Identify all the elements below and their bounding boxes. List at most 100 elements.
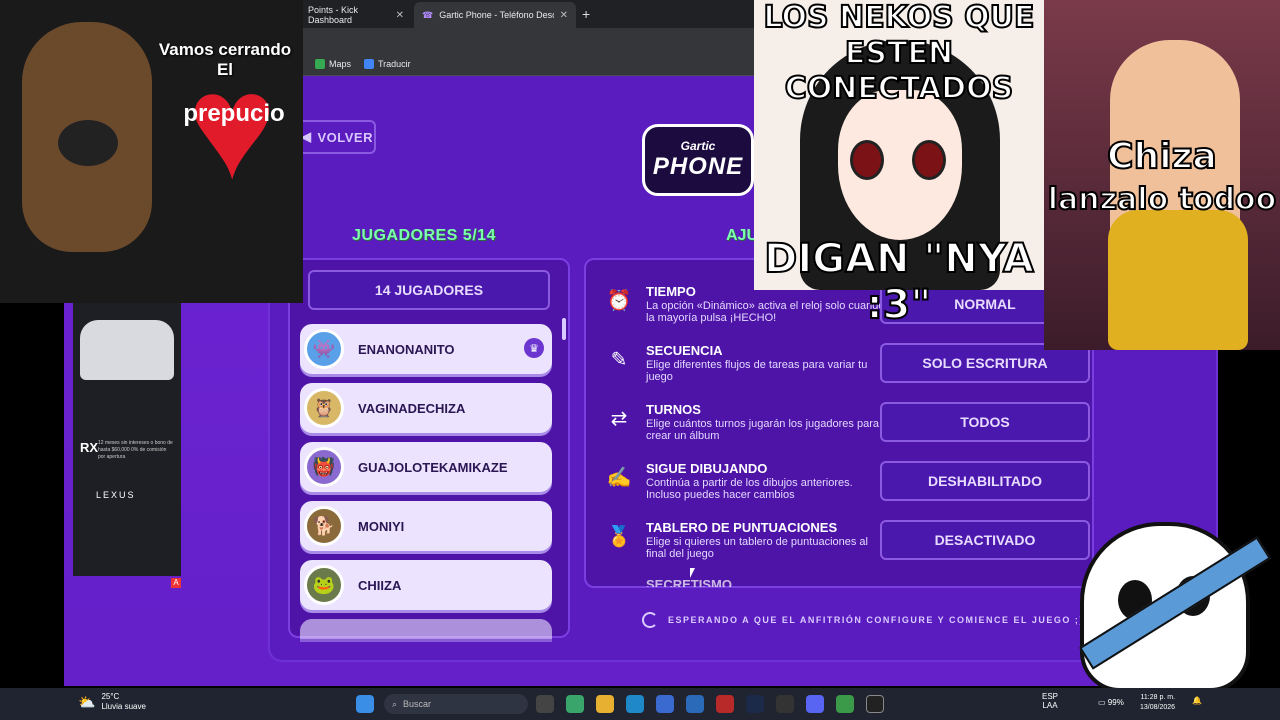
cat-caption-1: Chiza (1106, 135, 1218, 178)
blue-monster-icon: 👾 (304, 329, 344, 369)
app-icon[interactable] (716, 695, 734, 713)
mouse-cursor-icon (690, 568, 695, 578)
taskbar-clock[interactable]: 11:28 p. m. 13/08/2026 (1140, 693, 1175, 713)
outlook-icon[interactable] (686, 695, 704, 713)
catgirl-dress (1108, 210, 1248, 350)
setting-title: TABLERO DE PUNTUACIONES (646, 520, 838, 535)
battery-indicator[interactable]: ▭ 99% (1098, 698, 1124, 707)
creature-icon: 🐸 (304, 565, 344, 605)
obs-icon[interactable] (776, 695, 794, 713)
task-view-icon[interactable] (536, 695, 554, 713)
gartic-favicon-icon: ☎ (422, 9, 434, 20)
new-tab-icon[interactable]: + (582, 6, 590, 22)
gartic-phone-logo: Gartic PHONE (642, 124, 754, 196)
car-image (80, 320, 174, 380)
players-count-button[interactable]: 14 JUGADORES (308, 270, 550, 310)
waiting-status: ESPERANDO A QUE EL ANFITRIÓN CONFIGURE Y… (642, 612, 1084, 628)
setting-tablero-button[interactable]: DESACTIVADO (880, 520, 1090, 560)
tab-label: Gartic Phone - Teléfono Descomp (439, 10, 553, 20)
windows-start-icon[interactable] (356, 695, 374, 713)
ad-brand: LEXUS (96, 490, 136, 500)
medal-icon: 🏅 (606, 526, 632, 548)
draw-icon: ✍ (606, 467, 632, 489)
setting-title: TURNOS (646, 402, 701, 417)
logo-line1: Gartic (680, 139, 716, 153)
setting-desc: Elige cuántos turnos jugarán los jugador… (646, 418, 879, 442)
ad-choices-badge[interactable]: A (171, 578, 181, 588)
back-label: VOLVER (317, 129, 373, 145)
store-icon[interactable] (656, 695, 674, 713)
clock-date: 13/08/2026 (1140, 704, 1176, 711)
bookmark-label: Maps (329, 59, 352, 69)
setting-title: SECRETISMO (646, 577, 732, 587)
chrome-icon[interactable] (836, 695, 854, 713)
capcut-icon[interactable] (866, 695, 884, 713)
logo-line2: PHONE (652, 153, 744, 180)
close-icon[interactable]: ✕ (560, 10, 568, 21)
clock-icon: ⏰ (606, 290, 632, 312)
clock-time: 11:28 p. m. (1140, 694, 1176, 701)
bookmark-traducir[interactable]: Traducir (364, 59, 411, 69)
discord-icon[interactable] (806, 695, 824, 713)
taskbar-search[interactable]: ⌕ Buscar (384, 694, 528, 714)
heart-caption: prepucio (183, 100, 285, 127)
anime-eye (912, 140, 946, 180)
cat-caption-2: lanzalo todoo (1047, 181, 1278, 218)
sequence-icon: ✎ (610, 349, 628, 371)
setting-title: SIGUE DIBUJANDO (646, 461, 768, 476)
back-button[interactable]: ◀ VOLVER (298, 120, 376, 154)
neko-caption-1: LOS NEKOS QUE (762, 0, 1035, 36)
neko-caption-3: DIGAN "NYA :3" (763, 235, 1035, 329)
tab-kick-dashboard[interactable]: Points - Kick Dashboard ✕ (300, 2, 412, 28)
weather-widget[interactable]: ⛅ 25°C Lluvia suave (78, 692, 146, 712)
player-name: MONIYI (358, 518, 405, 534)
notification-bell-icon[interactable]: 🔔 (1192, 696, 1202, 705)
player-name: GUAJOLOTEKAMIKAZE (358, 459, 508, 475)
battery-icon: ▭ (1098, 698, 1106, 707)
ad-text: 12 meses sin intereses o bono de hasta $… (98, 440, 173, 460)
battery-level: 99% (1107, 698, 1124, 707)
neko-caption-2: ESTEN CONECTADOS (784, 35, 1015, 107)
turns-icon: ⇄ (610, 408, 628, 430)
anime-eye (850, 140, 884, 180)
dog-icon: 🐕 (304, 506, 344, 546)
language-indicator[interactable]: ESP LAA (1042, 692, 1058, 710)
bookmark-maps[interactable]: Maps (315, 59, 351, 69)
weather-desc: Lluvia suave (101, 702, 146, 711)
search-placeholder: Buscar (403, 699, 432, 709)
player-row: 🐸 CHIIZA (300, 560, 552, 610)
file-explorer-icon[interactable] (596, 695, 614, 713)
translate-icon (364, 59, 374, 69)
tab-gartic-phone[interactable]: ☎ Gartic Phone - Teléfono Descomp ✕ (414, 2, 576, 28)
setting-title: SECUENCIA (646, 343, 723, 358)
setting-sigue-dibujando-button[interactable]: DESHABILITADO (880, 461, 1090, 501)
crown-icon: ♛ (524, 338, 544, 358)
steam-icon[interactable] (746, 695, 764, 713)
setting-desc: Elige si quieres un tablero de puntuacio… (646, 536, 868, 560)
tab-label: Points - Kick Dashboard (308, 5, 359, 25)
waiting-text: ESPERANDO A QUE EL ANFITRIÓN CONFIGURE Y… (668, 615, 1084, 625)
setting-secretismo: SECRETISMO (606, 577, 876, 587)
copilot-icon[interactable] (566, 695, 584, 713)
player-row: 🦉 VAGINADECHIZA (300, 383, 552, 433)
players-scrollbar[interactable] (562, 318, 566, 340)
edge-icon[interactable] (626, 695, 644, 713)
weather-temp: 25°C (101, 692, 120, 701)
players-heading: JUGADORES 5/14 (352, 227, 496, 244)
owl-icon: 🦉 (304, 388, 344, 428)
dog-caption: Vamos cerrando El (158, 40, 292, 79)
lang-layout: LAA (1042, 701, 1058, 710)
player-name: CHIIZA (358, 577, 402, 593)
player-name: VAGINADECHIZA (358, 400, 466, 416)
player-row: 🐕 MONIYI (300, 501, 552, 551)
loading-spinner-icon (642, 612, 658, 628)
setting-turnos-button[interactable]: TODOS (880, 402, 1090, 442)
green-monster-icon: 👹 (304, 447, 344, 487)
player-row: 👾 ENANONANITO ♛ (300, 324, 552, 374)
setting-desc: Elige diferentes flujos de tareas para v… (646, 359, 868, 383)
player-name: ENANONANITO (358, 341, 455, 357)
player-row-partial (300, 619, 552, 639)
setting-desc: Continúa a partir de los dibujos anterio… (646, 477, 853, 501)
close-icon[interactable]: ✕ (396, 10, 404, 21)
player-row: 👹 GUAJOLOTEKAMIKAZE (300, 442, 552, 492)
